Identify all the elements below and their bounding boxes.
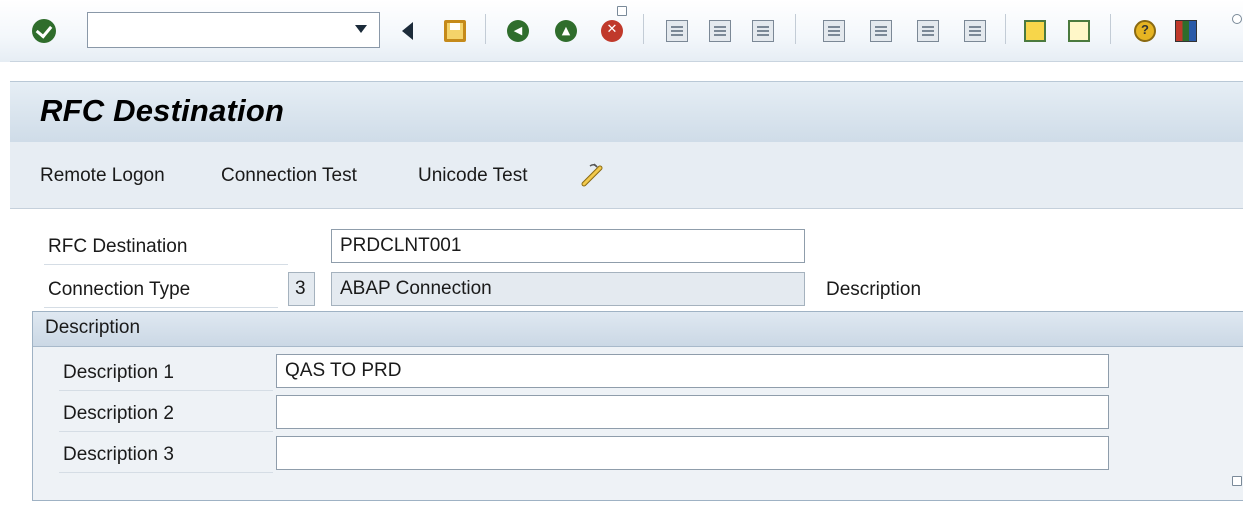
description-3-field[interactable] — [276, 436, 1109, 470]
label-underline — [44, 307, 278, 308]
description-3-label: Description 3 — [63, 444, 174, 465]
find-next-icon[interactable] — [752, 20, 774, 42]
description-2-label: Description 2 — [63, 403, 174, 424]
connection-type-code-field[interactable]: 3 — [288, 272, 315, 306]
rfc-destination-label: RFC Destination — [48, 236, 188, 257]
description-group-box: Description Description 1 QAS TO PRD Des… — [32, 311, 1243, 501]
group-header: Description — [33, 312, 1243, 347]
enter-icon[interactable] — [32, 19, 56, 43]
layout-icon[interactable] — [1175, 20, 1197, 42]
description-2-field[interactable] — [276, 395, 1109, 429]
unicode-test-button[interactable]: Unicode Test — [418, 165, 528, 187]
toolbar-separator — [1005, 14, 1006, 44]
remote-logon-button[interactable]: Remote Logon — [40, 165, 165, 187]
resize-handle — [617, 6, 627, 16]
next-page-icon[interactable] — [917, 20, 939, 42]
toolbar-separator — [795, 14, 796, 44]
application-toolbar: Remote Logon Connection Test Unicode Tes… — [10, 142, 1243, 209]
save-icon[interactable] — [444, 20, 466, 42]
last-page-icon[interactable] — [964, 20, 986, 42]
description-1-field[interactable]: QAS TO PRD — [276, 354, 1109, 388]
description-1-label: Description 1 — [63, 362, 174, 383]
resize-handle — [1232, 14, 1242, 24]
label-underline — [44, 264, 288, 265]
group-title: Description — [45, 317, 141, 338]
label-underline — [59, 390, 273, 391]
back-triangle-icon[interactable] — [402, 22, 413, 40]
help-icon[interactable] — [1134, 20, 1156, 42]
connection-type-label: Connection Type — [48, 279, 191, 300]
command-dropdown-icon[interactable] — [355, 25, 367, 33]
find-icon[interactable] — [709, 20, 731, 42]
print-icon[interactable] — [666, 20, 688, 42]
system-toolbar — [0, 0, 1243, 62]
back-icon[interactable] — [507, 20, 529, 42]
toolbar-divider — [10, 61, 1243, 62]
description-header-label: Description — [826, 279, 922, 300]
edit-pencil-icon[interactable] — [580, 162, 606, 188]
toolbar-separator — [643, 14, 644, 44]
title-bar: RFC Destination — [10, 81, 1243, 143]
first-page-icon[interactable] — [823, 20, 845, 42]
command-field[interactable] — [87, 12, 380, 48]
resize-handle — [1232, 476, 1242, 486]
cancel-icon[interactable] — [601, 20, 623, 42]
page-title: RFC Destination — [40, 93, 285, 128]
exit-icon[interactable] — [555, 20, 577, 42]
shortcut-icon[interactable] — [1068, 20, 1090, 42]
toolbar-separator — [485, 14, 486, 44]
toolbar-separator — [1110, 14, 1111, 44]
create-session-icon[interactable] — [1024, 20, 1046, 42]
connection-type-text-field: ABAP Connection — [331, 272, 805, 306]
rfc-destination-field[interactable]: PRDCLNT001 — [331, 229, 805, 263]
label-underline — [59, 431, 273, 432]
connection-test-button[interactable]: Connection Test — [221, 165, 357, 187]
label-underline — [59, 472, 273, 473]
previous-page-icon[interactable] — [870, 20, 892, 42]
